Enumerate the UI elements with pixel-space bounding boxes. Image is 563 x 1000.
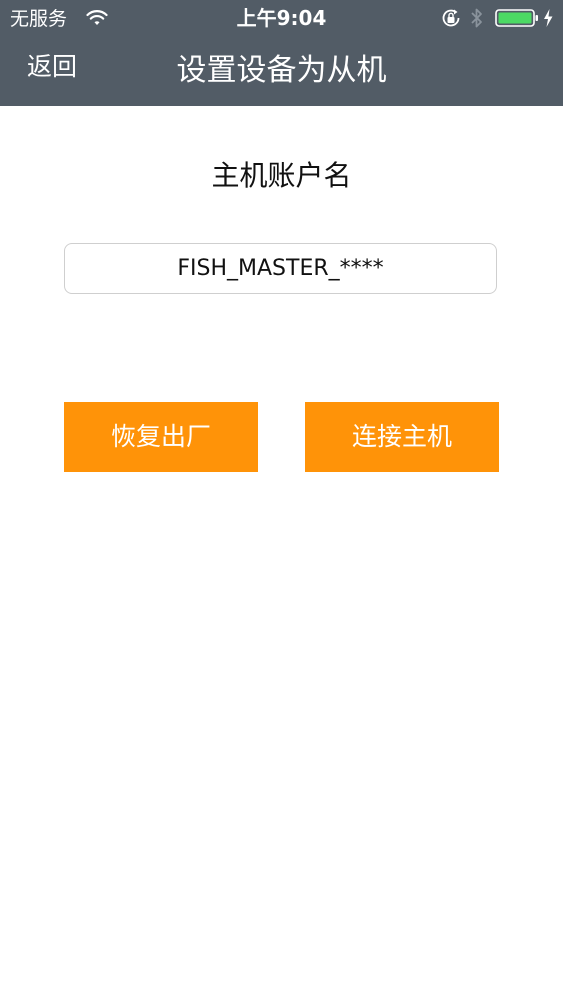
top-bar: 无服务 上午9:04 返回 设置设备为从机 bbox=[0, 0, 563, 106]
page-title: 设置设备为从机 bbox=[176, 53, 387, 88]
account-name-label: 主机账户名 bbox=[211, 159, 352, 192]
account-name-field[interactable] bbox=[64, 243, 497, 294]
account-name-input[interactable] bbox=[65, 244, 496, 293]
bluetooth-icon bbox=[471, 8, 482, 28]
factory-reset-button[interactable]: 恢复出厂 bbox=[64, 402, 258, 472]
orientation-lock-icon bbox=[442, 9, 460, 27]
status-bar: 无服务 上午9:04 bbox=[0, 0, 563, 38]
nav-bar: 返回 设置设备为从机 bbox=[0, 38, 563, 106]
charging-icon bbox=[544, 9, 553, 27]
connect-host-button[interactable]: 连接主机 bbox=[305, 402, 499, 472]
battery-icon bbox=[495, 9, 538, 27]
